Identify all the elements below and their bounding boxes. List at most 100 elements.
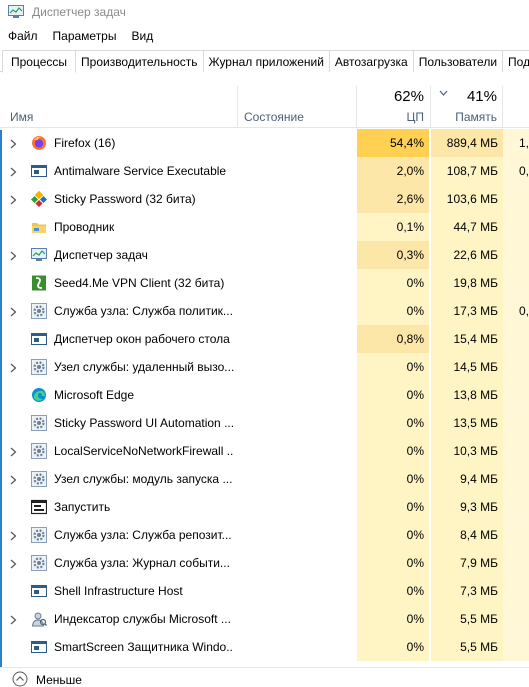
process-cpu: 0% — [357, 409, 430, 437]
process-name: Диспетчер задач — [54, 248, 148, 262]
gear-icon — [31, 359, 47, 375]
fewer-details-button[interactable]: Меньше — [36, 673, 82, 687]
process-memory: 15,4 МБ — [431, 325, 503, 353]
gear-icon — [31, 471, 47, 487]
process-disk — [503, 185, 529, 213]
process-cpu: 0,1% — [357, 213, 430, 241]
process-memory: 19,8 МБ — [431, 269, 503, 297]
process-cpu: 0% — [357, 353, 430, 381]
column-cpu-header[interactable]: ЦП — [357, 110, 424, 124]
cpu-total-percent[interactable]: 62% — [357, 88, 424, 105]
service-window-icon — [31, 583, 47, 599]
memory-total-percent[interactable]: 41% — [431, 88, 497, 105]
process-memory: 10,3 МБ — [431, 437, 503, 465]
process-memory: 9,4 МБ — [431, 465, 503, 493]
process-row[interactable]: Служба узла: Служба репозит... 0% 8,4 МБ — [0, 521, 529, 549]
chevron-right-icon[interactable] — [10, 194, 17, 205]
process-row[interactable]: Диспетчер задач 0,3% 22,6 МБ — [0, 241, 529, 269]
chevron-right-icon[interactable] — [10, 530, 17, 541]
process-row[interactable]: Microsoft Edge 0% 13,8 МБ — [0, 381, 529, 409]
process-cpu: 0% — [357, 521, 430, 549]
process-row[interactable]: Firefox (16) 54,4% 889,4 МБ 1, — [0, 129, 529, 157]
process-row[interactable]: Служба узла: Журнал событи... 0% 7,9 МБ — [0, 549, 529, 577]
process-row[interactable]: Индексатор службы Microsoft ... 0% 5,5 МБ — [0, 605, 529, 633]
column-status-header[interactable]: Состояние — [244, 110, 304, 124]
process-row[interactable]: Antimalware Service Executable 2,0% 108,7 … — [0, 157, 529, 185]
gear-icon — [31, 527, 47, 543]
column-separator[interactable] — [237, 86, 238, 128]
chevron-right-icon[interactable] — [10, 474, 17, 485]
chevron-up-circle-icon[interactable] — [12, 671, 28, 687]
tab-processes[interactable]: Процессы — [2, 50, 77, 73]
folder-icon — [31, 219, 47, 235]
column-memory-header[interactable]: Память — [431, 110, 497, 124]
process-name: SmartScreen Защитника Windo... — [54, 640, 234, 654]
chevron-right-icon[interactable] — [10, 558, 17, 569]
menu-view[interactable]: Вид — [131, 29, 153, 43]
chevron-right-icon[interactable] — [10, 614, 17, 625]
column-separator[interactable] — [502, 86, 503, 128]
menu-file[interactable]: Файл — [8, 29, 38, 43]
gear-icon — [31, 415, 47, 431]
tab-startup[interactable]: Автозагрузка — [329, 50, 414, 72]
process-disk — [503, 353, 529, 381]
process-row[interactable]: Служба узла: Служба политик... 0% 17,3 МБ 0… — [0, 297, 529, 325]
sticky-password-icon — [30, 190, 48, 208]
process-row[interactable]: Диспетчер окон рабочего стола 0,8% 15,4 МБ — [0, 325, 529, 353]
service-window-icon — [31, 331, 47, 347]
process-row[interactable]: Узел службы: удаленный вызо... 0% 14,5 МБ — [0, 353, 529, 381]
process-row[interactable]: LocalServiceNoNetworkFirewall ... 0% 10,3 … — [0, 437, 529, 465]
menu-options[interactable]: Параметры — [53, 29, 117, 43]
chevron-right-icon[interactable] — [10, 250, 17, 261]
process-row[interactable]: Запустить 0% 9,3 МБ — [0, 493, 529, 521]
process-row[interactable]: Узел службы: модуль запуска ... 0% 9,4 МБ — [0, 465, 529, 493]
process-cpu: 0% — [357, 437, 430, 465]
chevron-right-icon[interactable] — [10, 362, 17, 373]
firefox-icon — [31, 135, 47, 151]
process-row[interactable]: Seed4.Me VPN Client (32 бита) 0% 19,8 МБ — [0, 269, 529, 297]
process-cpu: 54,4% — [357, 129, 430, 157]
process-name: Узел службы: модуль запуска ... — [54, 472, 233, 486]
process-memory: 103,6 МБ — [431, 185, 503, 213]
process-disk: 0, — [503, 157, 529, 185]
task-manager-icon — [31, 247, 47, 263]
column-name-header[interactable]: Имя — [10, 110, 33, 124]
chevron-right-icon[interactable] — [10, 138, 17, 149]
edge-icon — [31, 387, 47, 403]
process-list: Firefox (16) 54,4% 889,4 МБ 1, Antimalware S… — [0, 129, 529, 661]
process-cpu: 0,8% — [357, 325, 430, 353]
process-row[interactable]: SmartScreen Защитника Windo... 0% 5,5 МБ — [0, 633, 529, 661]
process-memory: 5,5 МБ — [431, 605, 503, 633]
chevron-right-icon[interactable] — [10, 306, 17, 317]
process-disk — [503, 241, 529, 269]
chevron-right-icon[interactable] — [10, 166, 17, 177]
tab-details[interactable]: Под — [503, 50, 529, 72]
tab-users[interactable]: Пользователи — [413, 50, 504, 72]
window-title: Диспетчер задач — [32, 5, 126, 19]
process-cpu: 2,0% — [357, 157, 430, 185]
chevron-right-icon[interactable] — [10, 446, 17, 457]
process-name: Диспетчер окон рабочего стола — [54, 332, 230, 346]
process-disk — [503, 437, 529, 465]
process-memory: 889,4 МБ — [431, 129, 503, 157]
vpn-client-icon — [31, 275, 47, 291]
process-cpu: 0% — [357, 493, 430, 521]
task-manager-icon — [8, 5, 24, 18]
service-window-icon — [31, 639, 47, 655]
process-disk: 0, — [503, 297, 529, 325]
process-memory: 14,5 МБ — [431, 353, 503, 381]
process-cpu: 0% — [357, 633, 430, 661]
process-row[interactable]: Проводник 0,1% 44,7 МБ — [0, 213, 529, 241]
menu-bar: Файл Параметры Вид — [0, 26, 168, 46]
tab-app-history[interactable]: Журнал приложений — [203, 50, 330, 72]
process-row[interactable]: Sticky Password UI Automation ... 0% 13,5 … — [0, 409, 529, 437]
process-name: Firefox (16) — [54, 136, 116, 150]
process-name: Служба узла: Журнал событи... — [54, 556, 230, 570]
process-memory: 108,7 МБ — [431, 157, 503, 185]
tab-performance[interactable]: Производительность — [76, 50, 204, 72]
process-disk — [503, 213, 529, 241]
process-memory: 7,9 МБ — [431, 549, 503, 577]
process-row[interactable]: Shell Infrastructure Host 0% 7,3 МБ — [0, 577, 529, 605]
process-row[interactable]: Sticky Password (32 бита) 2,6% 103,6 МБ — [0, 185, 529, 213]
process-memory: 44,7 МБ — [431, 213, 503, 241]
